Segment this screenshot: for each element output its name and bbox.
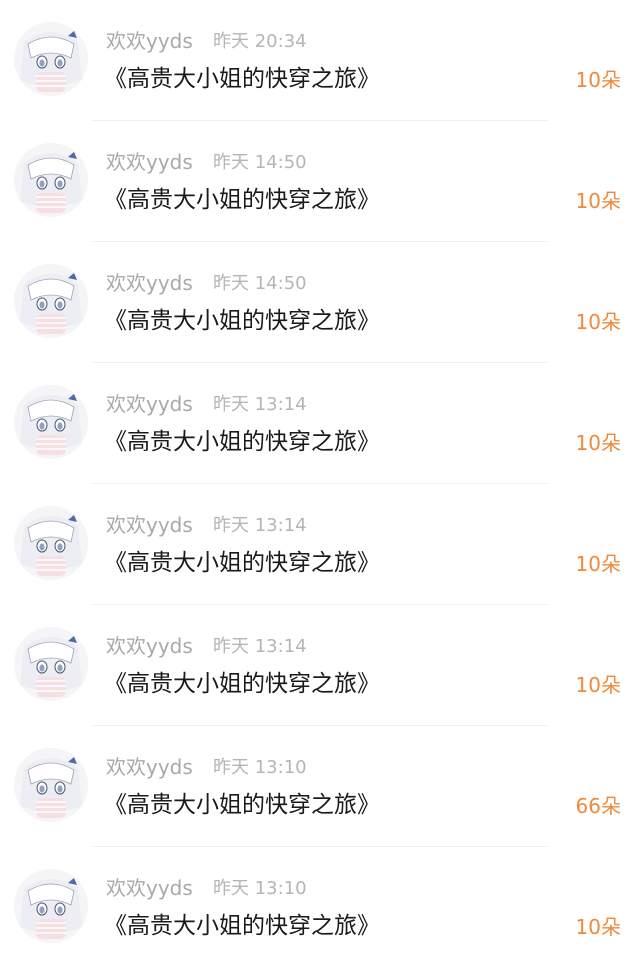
book-title[interactable]: 《高贵大小姐的快穿之旅》 <box>104 790 380 820</box>
avatar[interactable] <box>14 627 88 701</box>
flower-amount: 10朵 <box>575 310 621 334</box>
flower-amount: 10朵 <box>575 915 621 939</box>
sender-name: 欢欢yyds <box>106 150 193 174</box>
avatar[interactable] <box>14 385 88 459</box>
book-title[interactable]: 《高贵大小姐的快穿之旅》 <box>104 185 380 215</box>
flower-amount: 10朵 <box>575 189 621 213</box>
flower-amount: 10朵 <box>575 673 621 697</box>
timestamp: 昨天 13:14 <box>213 394 307 415</box>
sender-name: 欢欢yyds <box>106 392 193 416</box>
book-title[interactable]: 《高贵大小姐的快穿之旅》 <box>104 427 380 457</box>
timestamp: 昨天 13:14 <box>213 636 307 657</box>
avatar[interactable] <box>14 264 88 338</box>
book-title[interactable]: 《高贵大小姐的快穿之旅》 <box>104 64 380 94</box>
book-title[interactable]: 《高贵大小姐的快穿之旅》 <box>104 548 380 578</box>
timestamp: 昨天 13:10 <box>213 757 307 778</box>
sender-name: 欢欢yyds <box>106 634 193 658</box>
sender-name: 欢欢yyds <box>106 513 193 537</box>
list-item[interactable]: 欢欢yyds 昨天 13:10 《高贵大小姐的快穿之旅》 66朵 <box>0 726 640 847</box>
flower-amount: 10朵 <box>575 552 621 576</box>
timestamp: 昨天 13:10 <box>213 878 307 899</box>
avatar[interactable] <box>14 143 88 217</box>
timestamp: 昨天 14:50 <box>213 273 307 294</box>
timestamp: 昨天 14:50 <box>213 152 307 173</box>
sender-name: 欢欢yyds <box>106 29 193 53</box>
avatar[interactable] <box>14 748 88 822</box>
list-item[interactable]: 欢欢yyds 昨天 20:34 《高贵大小姐的快穿之旅》 10朵 <box>0 0 640 121</box>
gift-record-list: 欢欢yyds 昨天 20:34 《高贵大小姐的快穿之旅》 10朵 欢欢yyds … <box>0 0 640 980</box>
timestamp: 昨天 20:34 <box>213 31 307 52</box>
sender-name: 欢欢yyds <box>106 755 193 779</box>
avatar[interactable] <box>14 506 88 580</box>
list-item[interactable]: 欢欢yyds 昨天 13:14 《高贵大小姐的快穿之旅》 10朵 <box>0 363 640 484</box>
list-item[interactable]: 欢欢yyds 昨天 13:10 《高贵大小姐的快穿之旅》 10朵 <box>0 847 640 968</box>
list-item[interactable]: 欢欢yyds 昨天 13:14 《高贵大小姐的快穿之旅》 10朵 <box>0 484 640 605</box>
list-item[interactable]: 欢欢yyds 昨天 14:50 《高贵大小姐的快穿之旅》 10朵 <box>0 121 640 242</box>
flower-amount: 10朵 <box>575 431 621 455</box>
timestamp: 昨天 13:14 <box>213 515 307 536</box>
list-item[interactable]: 欢欢yyds 昨天 14:50 《高贵大小姐的快穿之旅》 10朵 <box>0 242 640 363</box>
book-title[interactable]: 《高贵大小姐的快穿之旅》 <box>104 669 380 699</box>
flower-amount: 10朵 <box>575 68 621 92</box>
avatar[interactable] <box>14 869 88 943</box>
sender-name: 欢欢yyds <box>106 271 193 295</box>
flower-amount: 66朵 <box>575 794 621 818</box>
sender-name: 欢欢yyds <box>106 876 193 900</box>
book-title[interactable]: 《高贵大小姐的快穿之旅》 <box>104 306 380 336</box>
avatar[interactable] <box>14 22 88 96</box>
book-title[interactable]: 《高贵大小姐的快穿之旅》 <box>104 911 380 941</box>
list-item[interactable]: 欢欢yyds 昨天 13:14 《高贵大小姐的快穿之旅》 10朵 <box>0 605 640 726</box>
